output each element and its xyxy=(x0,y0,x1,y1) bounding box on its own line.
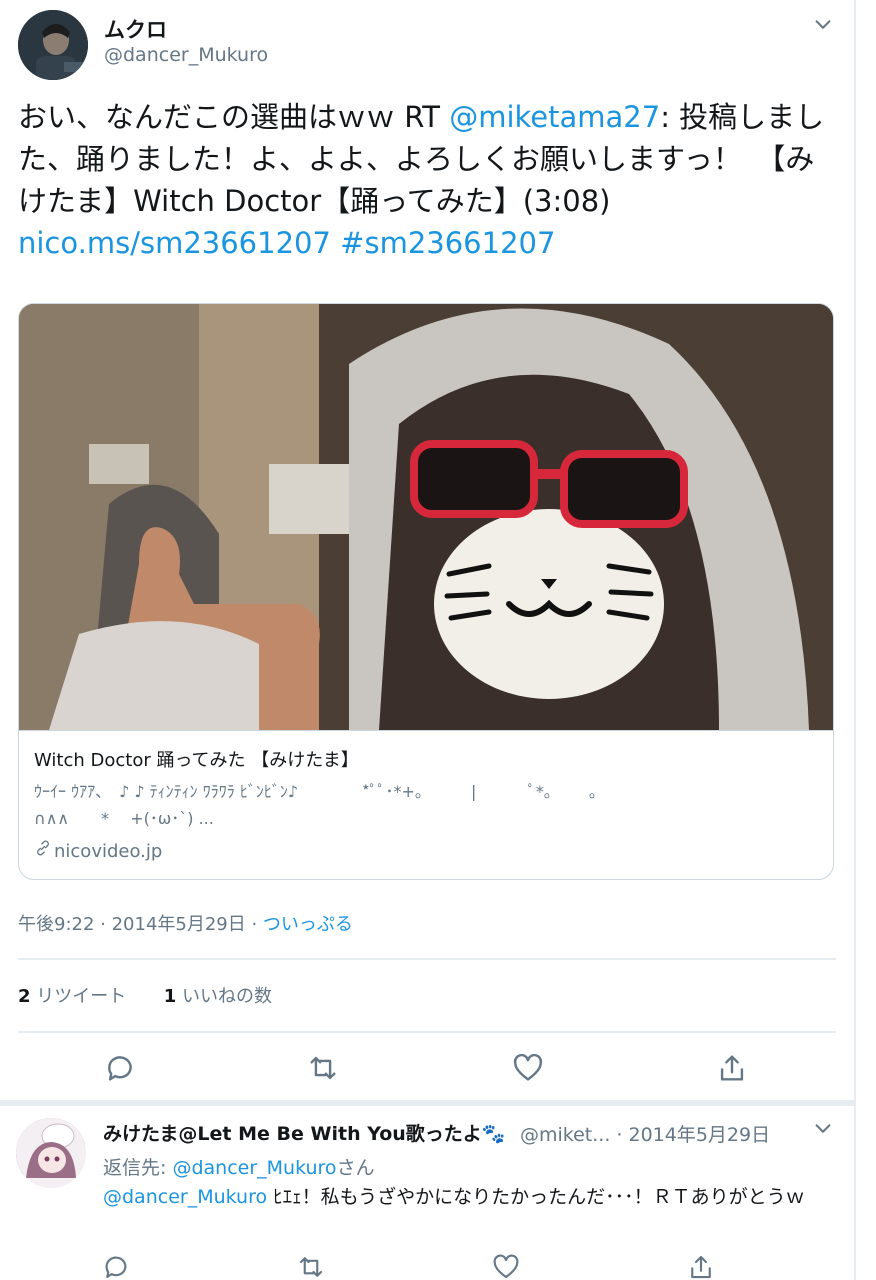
share-icon[interactable] xyxy=(686,1252,716,1280)
link-icon xyxy=(34,839,52,862)
mention-link[interactable]: @miketama27 xyxy=(449,100,660,134)
reply-handle-date[interactable]: @miket... · 2014年5月29日 xyxy=(520,1120,770,1147)
tweet-text: おい、なんだこの選曲はｗｗ RT @miketama27: 投稿しました、踊りま… xyxy=(18,96,838,264)
chevron-down-icon[interactable] xyxy=(812,14,834,42)
tweet-text-prefix: おい、なんだこの選曲はｗｗ RT xyxy=(18,100,450,134)
share-icon[interactable] xyxy=(715,1051,749,1085)
card-thumbnail[interactable] xyxy=(19,304,833,730)
heart-icon[interactable] xyxy=(491,1252,521,1280)
replying-to: 返信先: @dancer_Mukuroさん xyxy=(103,1153,375,1180)
like-label: いいねの数 xyxy=(176,986,272,1007)
reply-text: @dancer_Mukuro ﾋｴｪ！私もうざやかになりたかったんだ･･･！ＲＴ… xyxy=(103,1183,823,1211)
retweet-icon[interactable] xyxy=(306,1051,340,1085)
like-stat[interactable]: 1 いいねの数 xyxy=(164,986,272,1007)
timestamp-text[interactable]: 午後9:22 · 2014年5月29日 · xyxy=(18,914,263,935)
reply-icon[interactable] xyxy=(101,1252,131,1280)
reply-to-suffix: さん xyxy=(336,1157,375,1179)
card-title[interactable]: Witch Doctor 踊ってみた 【みけたま】 xyxy=(34,746,359,772)
column-border xyxy=(854,0,856,1280)
retweet-icon[interactable] xyxy=(296,1252,326,1280)
heart-icon[interactable] xyxy=(511,1051,545,1085)
card-domain[interactable]: nicovideo.jp xyxy=(34,839,162,862)
card-domain-text: nicovideo.jp xyxy=(54,841,163,862)
reply-to-label: 返信先: xyxy=(103,1157,173,1179)
avatar[interactable] xyxy=(18,10,88,80)
avatar[interactable] xyxy=(16,1118,86,1188)
retweet-label: リツイート xyxy=(30,986,127,1007)
url-link[interactable]: nico.ms/sm23661207 xyxy=(18,226,331,260)
reply-author-name[interactable]: みけたま@Let Me Be With You歌ったよ🐾 xyxy=(103,1119,505,1146)
reply-text-body: ﾋｴｪ！私もうざやかになりたかったんだ･･･！ＲＴありがとうｗ xyxy=(267,1186,805,1208)
section-separator xyxy=(0,1100,854,1106)
source-app-link[interactable]: ついっぷる xyxy=(263,914,353,935)
retweet-stat[interactable]: 2 リツイート xyxy=(18,986,126,1007)
author-handle[interactable]: @dancer_Mukuro xyxy=(104,44,268,66)
retweet-count: 2 xyxy=(18,986,31,1007)
reply-icon[interactable] xyxy=(103,1051,137,1085)
card-meta[interactable]: Witch Doctor 踊ってみた 【みけたま】 ｳｰｲｰ ｳｱｱ、 ♪ ♪ … xyxy=(19,730,833,879)
tweet-timestamp: 午後9:22 · 2014年5月29日 · ついっぷる xyxy=(18,910,353,936)
card-description-line: ｳｰｲｰ ｳｱｱ、 ♪ ♪ ﾃｨﾝﾃｨﾝ ﾜﾗﾜﾗ ﾋﾞﾝﾋﾞﾝ♪ *ﾟﾟ･*+… xyxy=(34,782,598,801)
mention-link[interactable]: @dancer_Mukuro xyxy=(103,1186,267,1208)
link-card[interactable]: Witch Doctor 踊ってみた 【みけたま】 ｳｰｲｰ ｳｱｱ、 ♪ ♪ … xyxy=(18,303,834,880)
tweet-detail-page: ムクロ @dancer_Mukuro おい、なんだこの選曲はｗｗ RT @mik… xyxy=(0,0,876,1280)
chevron-down-icon[interactable] xyxy=(812,1118,834,1146)
divider xyxy=(18,958,836,960)
card-description-line: ∩∧∧ * +(･ω･`) ... xyxy=(34,809,214,828)
engagement-stats: 2 リツイート 1 いいねの数 xyxy=(18,982,272,1008)
divider xyxy=(18,1031,836,1033)
card-description: ｳｰｲｰ ｳｱｱ、 ♪ ♪ ﾃｨﾝﾃｨﾝ ﾜﾗﾜﾗ ﾋﾞﾝﾋﾞﾝ♪ *ﾟﾟ･*+… xyxy=(34,778,824,832)
author-name[interactable]: ムクロ xyxy=(104,14,167,44)
like-count: 1 xyxy=(163,986,177,1007)
hashtag-link[interactable]: #sm23661207 xyxy=(340,226,555,260)
reply-to-handle[interactable]: @dancer_Mukuro xyxy=(172,1157,336,1179)
